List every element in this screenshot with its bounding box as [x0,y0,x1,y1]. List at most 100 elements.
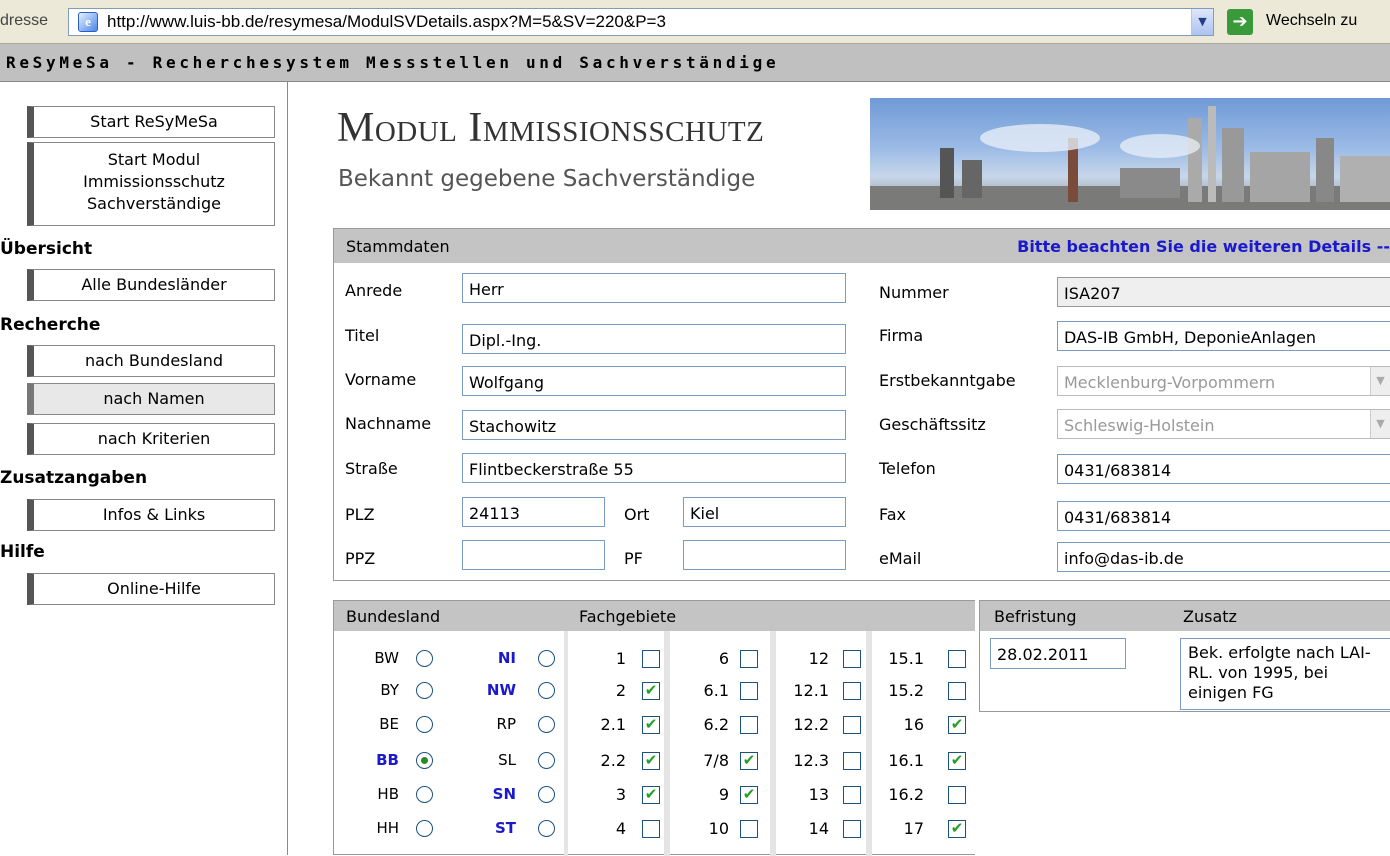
befristung-zusatz-panel: Befristung Zusatz 28.02.2011 Bek. erfolg… [979,600,1390,712]
fachgebiet-checkbox-6-1[interactable] [740,682,758,700]
fachgebiet-label-4: 4 [615,819,626,838]
strasse-field[interactable]: Flintbeckerstraße 55 [462,453,846,483]
ie-page-icon: e [78,12,98,32]
bundesland-radio-hh[interactable] [416,820,433,837]
geschaeftssitz-select[interactable]: Schleswig-Holstein ▼ [1057,409,1390,439]
bundesland-radio-by[interactable] [416,682,433,699]
anrede-field[interactable]: Herr [462,273,846,303]
bundesland-radio-sn[interactable] [538,786,555,803]
nav-nach-kriterien[interactable]: nach Kriterien [27,423,275,455]
telefon-field[interactable]: 0431/683814 [1057,454,1390,484]
nav-online-hilfe[interactable]: Online-Hilfe [27,573,275,605]
pf-field[interactable] [683,540,846,570]
titel-field[interactable]: Dipl.-Ing. [462,324,846,354]
bundesland-radio-bw[interactable] [416,650,433,667]
bundesland-label-hb: HB [377,785,399,803]
fachgebiet-checkbox-17[interactable]: ✔ [948,820,966,838]
fachgebiet-checkbox-4[interactable] [642,820,660,838]
fachgebiet-label-12-2: 12.2 [793,715,829,734]
fachgebiet-checkbox-6[interactable] [740,650,758,668]
go-arrow-icon[interactable]: ➔ [1227,9,1253,35]
nav-start-modul[interactable]: Start Modul Immissionsschutz Sachverstän… [27,142,275,226]
bundesland-radio-hb[interactable] [416,786,433,803]
nachname-field[interactable]: Stachowitz [462,410,846,440]
label-erstbekanntgabe: Erstbekanntgabe [879,371,1016,390]
fachgebiet-checkbox-2-1[interactable]: ✔ [642,716,660,734]
chevron-down-icon[interactable]: ▼ [1370,410,1390,438]
bundesland-radio-st[interactable] [538,820,555,837]
fachgebiet-checkbox-12-1[interactable] [843,682,861,700]
fachgebiet-checkbox-12-3[interactable] [843,752,861,770]
chevron-down-icon[interactable]: ▼ [1370,367,1390,395]
address-url[interactable]: http://www.luis-bb.de/resymesa/ModulSVDe… [107,12,666,32]
fachgebiet-label-1: 1 [615,649,626,668]
bundesland-radio-bb[interactable] [416,752,433,769]
fachgebiet-label-12-3: 12.3 [793,751,829,770]
bundesland-radio-be[interactable] [416,716,433,733]
fachgebiet-checkbox-6-2[interactable] [740,716,758,734]
bundesland-radio-ni[interactable] [538,650,555,667]
plz-field[interactable]: 24113 [462,497,605,527]
go-button[interactable]: Wechseln zu [1266,12,1357,30]
fachgebiet-label-10: 10 [708,819,729,838]
bundesland-radio-rp[interactable] [538,716,555,733]
fachgebiet-checkbox-9[interactable]: ✔ [740,786,758,804]
nummer-field[interactable]: ISA207 [1057,277,1390,307]
fachgebiet-label-3: 3 [615,785,626,804]
fachgebiet-checkbox-13[interactable] [843,786,861,804]
label-ort: Ort [624,505,650,524]
nav-heading-recherche: Recherche [0,315,101,335]
fachgebiet-checkbox-12[interactable] [843,650,861,668]
nav-nach-namen[interactable]: nach Namen [27,383,275,415]
ort-field[interactable]: Kiel [683,497,846,527]
email-field[interactable]: info@das-ib.de [1057,542,1390,572]
chevron-down-icon[interactable]: ▼ [1191,9,1213,35]
bundesland-label-st: ST [494,819,516,837]
fachgebiet-checkbox-1[interactable] [642,650,660,668]
fachgebiet-checkbox-14[interactable] [843,820,861,838]
details-hint-link[interactable]: Bitte beachten Sie die weiteren Details … [1017,237,1390,256]
nav-alle-bundeslaender[interactable]: Alle Bundesländer [27,269,275,301]
address-input[interactable]: e http://www.luis-bb.de/resymesa/ModulSV… [68,8,1214,36]
page-title: Modul Immissionsschutz [337,105,765,151]
nav-nach-bundesland[interactable]: nach Bundesland [27,345,275,377]
fachgebiet-label-2-2: 2.2 [600,751,626,770]
befristung-field[interactable]: 28.02.2011 [990,638,1126,669]
fachgebiet-label-12: 12 [808,649,829,668]
fax-field[interactable]: 0431/683814 [1057,501,1390,531]
vorname-field[interactable]: Wolfgang [462,366,846,396]
nav-heading-hilfe: Hilfe [0,542,45,562]
fachgebiet-checkbox-16-2[interactable] [948,786,966,804]
erstbekanntgabe-value: Mecklenburg-Vorpommern [1064,373,1276,392]
fachgebiet-checkbox-2-2[interactable]: ✔ [642,752,660,770]
fachgebiet-checkbox-12-2[interactable] [843,716,861,734]
fachgebiet-label-16-2: 16.2 [888,785,924,804]
label-telefon: Telefon [879,459,936,478]
zusatz-heading: Zusatz [1183,607,1237,626]
page-subtitle: Bekannt gegebene Sachverständige [338,166,756,192]
fachgebiet-checkbox-16-1[interactable]: ✔ [948,752,966,770]
ppz-field[interactable] [462,540,605,570]
fachgebiet-checkbox-16[interactable]: ✔ [948,716,966,734]
fachgebiet-checkbox-15-1[interactable] [948,650,966,668]
nav-start-resymesa[interactable]: Start ReSyMeSa [27,106,275,138]
fachgebiet-checkbox-3[interactable]: ✔ [642,786,660,804]
label-email: eMail [879,549,922,568]
zusatz-textarea[interactable]: Bek. erfolgte nach LAI-RL. von 1995, bei… [1180,638,1390,710]
firma-field[interactable]: DAS-IB GmbH, DeponieAnlagen [1057,321,1390,351]
browser-address-bar: dresse e http://www.luis-bb.de/resymesa/… [0,0,1390,44]
bundesland-heading: Bundesland [346,607,441,626]
fachgebiet-label-13: 13 [808,785,829,804]
fachgebiet-checkbox-2[interactable]: ✔ [642,682,660,700]
erstbekanntgabe-select[interactable]: Mecklenburg-Vorpommern ▼ [1057,366,1390,396]
nav-infos-links[interactable]: Infos & Links [27,499,275,531]
fachgebiet-label-15-2: 15.2 [888,681,924,700]
fachgebiet-label-6-1: 6.1 [703,681,729,700]
fachgebiet-checkbox-10[interactable] [740,820,758,838]
bundesland-radio-sl[interactable] [538,752,555,769]
fachgebiet-checkbox-7-8[interactable]: ✔ [740,752,758,770]
fachgebiet-checkbox-15-2[interactable] [948,682,966,700]
nav-start-modul-line2: Immissionsschutz [83,172,225,191]
bundesland-label-bw: BW [374,649,399,667]
bundesland-radio-nw[interactable] [538,682,555,699]
